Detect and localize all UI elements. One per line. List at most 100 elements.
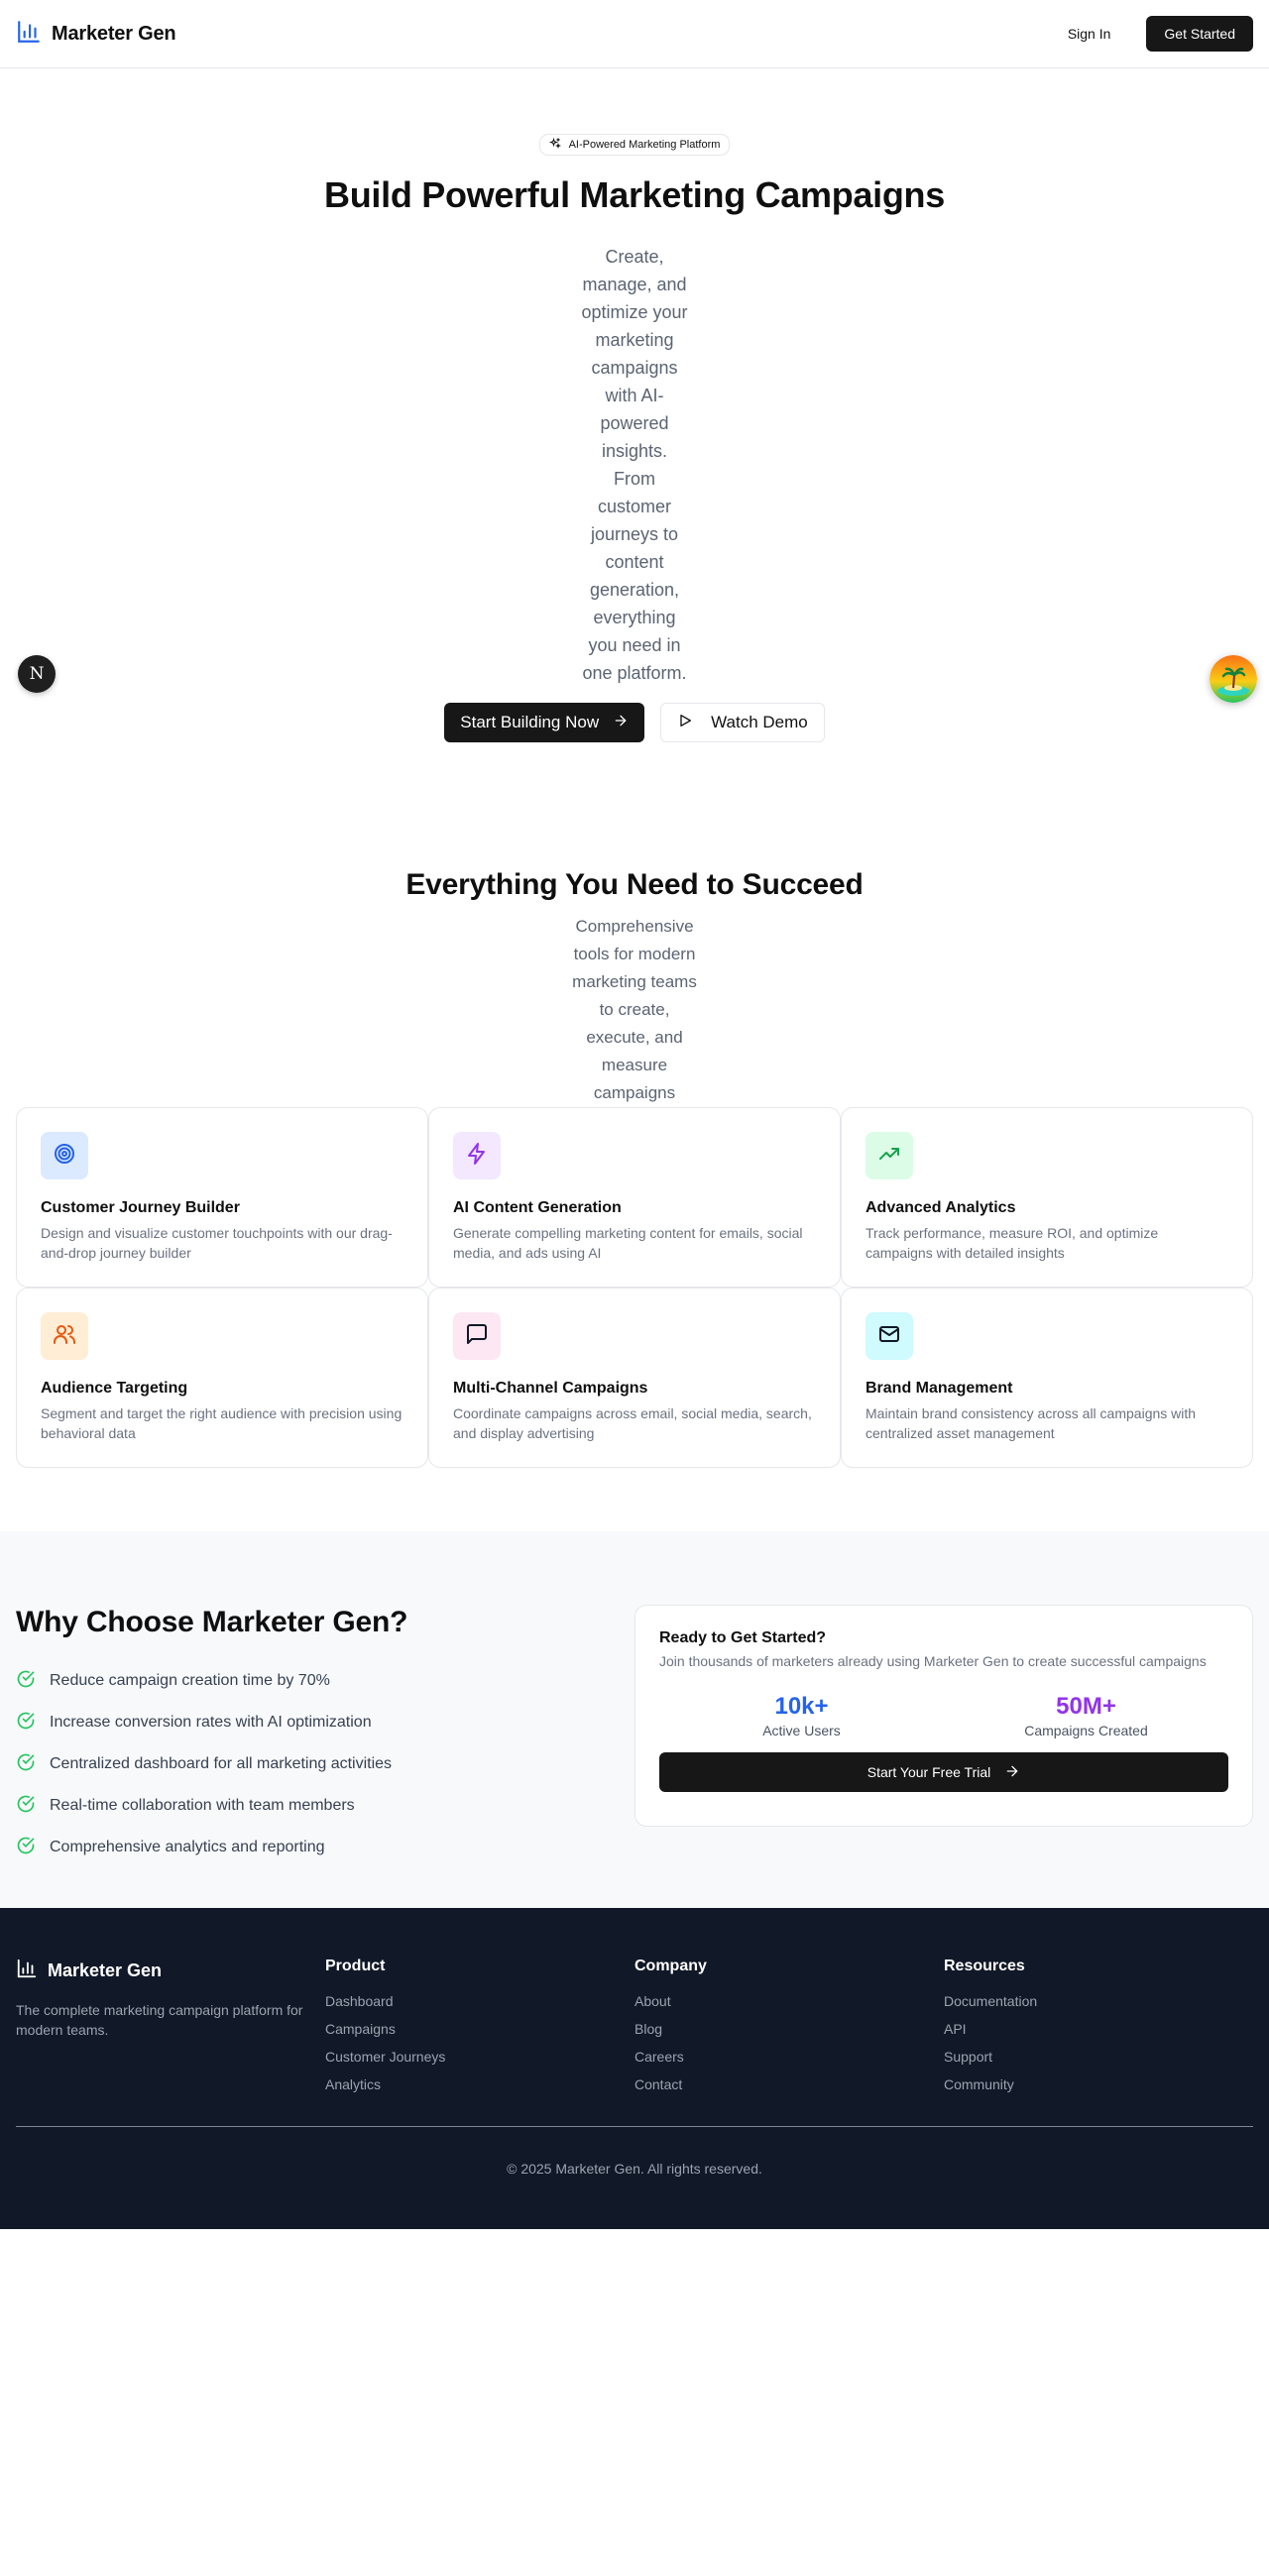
- arrow-right-icon: [613, 713, 629, 733]
- feature-title: Customer Journey Builder: [41, 1199, 240, 1216]
- benefit-item: Comprehensive analytics and reporting: [16, 1827, 611, 1868]
- feature-card: Advanced Analytics Track performance, me…: [841, 1107, 1253, 1288]
- why-section: Why Choose Marketer Gen? Reduce campaign…: [0, 1531, 1269, 1908]
- feature-icon-box: [453, 1132, 501, 1179]
- brand-name: Marketer Gen: [52, 22, 176, 45]
- check-circle-icon: [16, 1669, 36, 1694]
- dev-tools-button[interactable]: N: [18, 655, 56, 693]
- feature-icon-box: [865, 1312, 913, 1360]
- footer-link-documentation[interactable]: Documentation: [944, 1991, 1253, 2019]
- benefit-item: Real-time collaboration with team member…: [16, 1785, 611, 1827]
- bar-chart-icon: [16, 19, 42, 50]
- footer-heading: Product: [325, 1958, 386, 1974]
- footer-link-support[interactable]: Support: [944, 2047, 1253, 2074]
- feature-card: Multi-Channel Campaigns Coordinate campa…: [428, 1288, 841, 1468]
- sparkles-icon: [548, 137, 561, 153]
- footer-link-careers[interactable]: Careers: [634, 2047, 944, 2074]
- hero-badge-label: AI-Powered Marketing Platform: [568, 139, 721, 151]
- sign-in-button[interactable]: Sign In: [1056, 16, 1123, 52]
- feature-title: Advanced Analytics: [865, 1199, 1016, 1216]
- cta-title: Ready to Get Started?: [659, 1629, 827, 1646]
- benefit-text: Real-time collaboration with team member…: [50, 1797, 355, 1814]
- stat-value: 50M+: [1056, 1693, 1116, 1720]
- benefits-list: Reduce campaign creation time by 70% Inc…: [16, 1660, 611, 1868]
- stat-label: Campaigns Created: [1024, 1723, 1148, 1738]
- copyright: © 2025 Marketer Gen. All rights reserved…: [507, 2161, 762, 2177]
- footer-link-contact[interactable]: Contact: [634, 2074, 944, 2102]
- feature-desc: Track performance, measure ROI, and opti…: [865, 1225, 1159, 1261]
- message-square-icon: [465, 1322, 489, 1351]
- watch-demo-label: Watch Demo: [711, 713, 808, 731]
- mail-icon: [877, 1322, 901, 1351]
- start-free-trial-button[interactable]: Start Your Free Trial: [659, 1752, 1228, 1792]
- users-icon: [53, 1322, 76, 1351]
- footer-link-campaigns[interactable]: Campaigns: [325, 2019, 634, 2047]
- why-title: Why Choose Marketer Gen?: [16, 1606, 408, 1638]
- feature-desc: Generate compelling marketing content fo…: [453, 1225, 803, 1261]
- feature-icon-box: [41, 1132, 88, 1179]
- feature-title: AI Content Generation: [453, 1199, 622, 1216]
- feature-icon-box: [41, 1312, 88, 1360]
- start-building-button[interactable]: Start Building Now: [444, 703, 645, 742]
- brand[interactable]: Marketer Gen: [16, 19, 176, 50]
- start-free-trial-label: Start Your Free Trial: [866, 1764, 991, 1780]
- arrow-right-icon: [1004, 1763, 1020, 1782]
- footer-link-analytics[interactable]: Analytics: [325, 2074, 634, 2102]
- footer-col-resources: Resources Documentation API Support Comm…: [944, 1958, 1253, 2102]
- hero-badge: AI-Powered Marketing Platform: [538, 134, 731, 156]
- feature-desc: Maintain brand consistency across all ca…: [865, 1405, 1197, 1441]
- feature-desc: Segment and target the right audience wi…: [41, 1405, 403, 1441]
- footer-heading: Company: [634, 1958, 707, 1974]
- footer-link-dashboard[interactable]: Dashboard: [325, 1991, 634, 2019]
- get-started-button[interactable]: Get Started: [1146, 16, 1253, 52]
- benefit-item: Reduce campaign creation time by 70%: [16, 1660, 611, 1702]
- target-icon: [53, 1142, 76, 1171]
- footer-link-community[interactable]: Community: [944, 2074, 1253, 2102]
- feature-card: Brand Management Maintain brand consiste…: [841, 1288, 1253, 1468]
- stat-label: Active Users: [762, 1723, 841, 1738]
- footer-tagline: The complete marketing campaign platform…: [16, 2002, 303, 2038]
- features-section: Everything You Need to Succeed Comprehen…: [0, 742, 1269, 1468]
- site-footer: Marketer Gen The complete marketing camp…: [0, 1908, 1269, 2229]
- features-title: Everything You Need to Succeed: [405, 868, 864, 901]
- check-circle-icon: [16, 1794, 36, 1819]
- feature-card: Audience Targeting Segment and target th…: [16, 1288, 428, 1468]
- feature-desc: Design and visualize customer touchpoint…: [41, 1225, 393, 1261]
- hero-title: Build Powerful Marketing Campaigns: [324, 174, 945, 215]
- benefit-text: Reduce campaign creation time by 70%: [50, 1672, 330, 1689]
- feature-title: Brand Management: [865, 1380, 1013, 1397]
- site-header: Marketer Gen Sign In Get Started: [0, 0, 1269, 68]
- footer-link-api[interactable]: API: [944, 2019, 1253, 2047]
- footer-brand[interactable]: Marketer Gen: [16, 1958, 325, 1984]
- watch-demo-button[interactable]: Watch Demo: [660, 703, 825, 742]
- benefit-text: Increase conversion rates with AI optimi…: [50, 1714, 372, 1731]
- footer-link-about[interactable]: About: [634, 1991, 944, 2019]
- assistant-avatar-button[interactable]: [1210, 655, 1257, 703]
- hero-description: Create, manage, and optimize your market…: [581, 247, 688, 683]
- benefit-item: Increase conversion rates with AI optimi…: [16, 1702, 611, 1743]
- check-circle-icon: [16, 1711, 36, 1736]
- start-building-label: Start Building Now: [460, 713, 600, 731]
- check-circle-icon: [16, 1836, 36, 1860]
- footer-heading: Resources: [944, 1958, 1025, 1974]
- footer-brand-name: Marketer Gen: [48, 1960, 163, 1980]
- hero-section: AI-Powered Marketing Platform Build Powe…: [0, 68, 1269, 742]
- stat-campaigns-created: 50M+ Campaigns Created: [944, 1693, 1228, 1738]
- benefit-item: Centralized dashboard for all marketing …: [16, 1743, 611, 1785]
- cta-card: Ready to Get Started? Join thousands of …: [634, 1605, 1253, 1827]
- features-subtitle: Comprehensive tools for modern marketing…: [572, 917, 697, 1102]
- feature-icon-box: [865, 1132, 913, 1179]
- bar-chart-icon: [16, 1958, 38, 1984]
- feature-card: Customer Journey Builder Design and visu…: [16, 1107, 428, 1288]
- stats-row: 10k+ Active Users 50M+ Campaigns Created: [659, 1693, 1228, 1738]
- footer-link-customer-journeys[interactable]: Customer Journeys: [325, 2047, 634, 2074]
- footer-divider: [16, 2126, 1253, 2127]
- check-circle-icon: [16, 1752, 36, 1777]
- trending-up-icon: [877, 1142, 901, 1171]
- stat-active-users: 10k+ Active Users: [659, 1693, 944, 1738]
- benefit-text: Centralized dashboard for all marketing …: [50, 1755, 393, 1772]
- feature-desc: Coordinate campaigns across email, socia…: [453, 1405, 812, 1441]
- feature-card: AI Content Generation Generate compellin…: [428, 1107, 841, 1288]
- footer-link-blog[interactable]: Blog: [634, 2019, 944, 2047]
- benefit-text: Comprehensive analytics and reporting: [50, 1839, 325, 1855]
